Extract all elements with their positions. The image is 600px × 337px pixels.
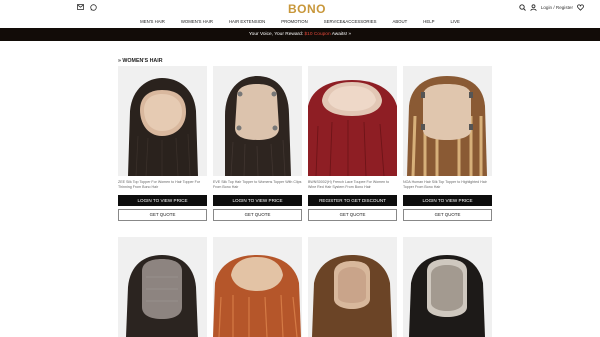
get-quote-button[interactable]: GET QUOTE <box>308 209 397 221</box>
nav-womens-hair[interactable]: WOMEN'S HAIR <box>173 18 221 28</box>
product-image[interactable] <box>308 237 397 337</box>
product-image[interactable] <box>118 237 207 337</box>
product-card <box>403 237 492 337</box>
product-image[interactable] <box>403 237 492 337</box>
nav-hair-extension[interactable]: HAIR EXTENSION <box>221 18 273 28</box>
product-image[interactable] <box>213 237 302 337</box>
product-card: NOA Human Hair Silk Top Topper to Highli… <box>403 66 492 221</box>
register-to-get-discount-button[interactable]: REGISTER TO GET DISCOUNT <box>308 195 397 206</box>
wishlist-heart-icon[interactable] <box>577 4 584 11</box>
site-logo[interactable]: BONO <box>288 2 326 16</box>
product-card: EVE Silk Top Hair Topper to Womens Toppe… <box>213 66 302 221</box>
promo-coupon: $10 Coupon <box>304 32 331 37</box>
product-card: BWNS0002(H) French Lace Toupee For Women… <box>308 66 397 221</box>
promo-text: Your Voice, Your Reward: <box>248 32 305 37</box>
top-bar: BONO Login / Register <box>0 0 600 18</box>
product-caption[interactable]: ZEE Silk Top Topper For Women to Hair To… <box>118 180 207 192</box>
logo-text: BONO <box>288 2 326 16</box>
main-nav: MEN'S HAIR WOMEN'S HAIR HAIR EXTENSION P… <box>0 18 600 28</box>
login-to-view-price-button[interactable]: LOGIN TO VIEW PRICE <box>213 195 302 206</box>
product-card <box>308 237 397 337</box>
promo-text-end: Awaits! » <box>330 32 352 37</box>
get-quote-button[interactable]: GET QUOTE <box>403 209 492 221</box>
login-register-link[interactable]: Login / Register <box>541 5 573 10</box>
login-to-view-price-button[interactable]: LOGIN TO VIEW PRICE <box>403 195 492 206</box>
whatsapp-icon[interactable] <box>90 4 97 11</box>
product-card <box>118 237 207 337</box>
login-to-view-price-button[interactable]: LOGIN TO VIEW PRICE <box>118 195 207 206</box>
nav-help[interactable]: HELP <box>415 18 442 28</box>
get-quote-button[interactable]: GET QUOTE <box>213 209 302 221</box>
product-caption[interactable]: EVE Silk Top Hair Topper to Womens Toppe… <box>213 180 302 192</box>
header-utilities: Login / Register <box>519 4 584 11</box>
product-grid-row-2 <box>118 237 492 337</box>
social-links <box>77 4 97 11</box>
nav-promotion[interactable]: PROMOTION <box>273 18 316 28</box>
user-icon[interactable] <box>530 4 537 11</box>
product-image[interactable] <box>118 66 207 176</box>
promo-banner[interactable]: Your Voice, Your Reward: $10 Coupon Awai… <box>0 28 600 41</box>
section-title: » WOMEN'S HAIR <box>118 58 163 64</box>
nav-about[interactable]: ABOUT <box>384 18 415 28</box>
product-image[interactable] <box>213 66 302 176</box>
product-card: ZEE Silk Top Topper For Women to Hair To… <box>118 66 207 221</box>
product-grid: ZEE Silk Top Topper For Women to Hair To… <box>118 66 496 221</box>
product-image[interactable] <box>308 66 397 176</box>
nav-live[interactable]: LIVE <box>443 18 468 28</box>
product-caption[interactable]: BWNS0002(H) French Lace Toupee For Women… <box>308 180 397 192</box>
nav-service-accessories[interactable]: SERVICE&ACCESSORIES <box>316 18 385 28</box>
product-card <box>213 237 302 337</box>
product-image[interactable] <box>403 66 492 176</box>
search-icon[interactable] <box>519 4 526 11</box>
nav-mens-hair[interactable]: MEN'S HAIR <box>132 18 173 28</box>
get-quote-button[interactable]: GET QUOTE <box>118 209 207 221</box>
mail-icon[interactable] <box>77 4 84 10</box>
product-caption[interactable]: NOA Human Hair Silk Top Topper to Highli… <box>403 180 492 192</box>
